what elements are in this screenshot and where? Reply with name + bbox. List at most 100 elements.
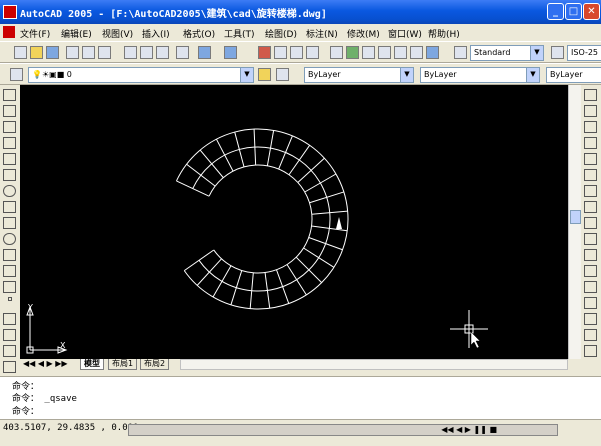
help-icon[interactable] [426,46,439,59]
command-window[interactable]: 命令： 命令： _qsave 命令： [0,376,601,419]
ellipse-icon[interactable] [3,233,16,245]
undo-icon[interactable] [198,46,211,59]
zoom-window-icon[interactable] [290,46,303,59]
sheet-set-icon[interactable] [378,46,391,59]
construction-line-icon[interactable] [3,105,16,117]
chevron-down-icon[interactable]: ▼ [526,68,539,82]
zoom-realtime-icon[interactable] [274,46,287,59]
match-properties-icon[interactable] [176,46,189,59]
print-preview-icon[interactable] [82,46,95,59]
text-style-icon[interactable] [454,46,467,59]
redo-icon[interactable] [224,46,237,59]
rotate-icon[interactable] [584,185,597,197]
erase-icon[interactable] [584,89,597,101]
circle-icon[interactable] [3,185,16,197]
print-icon[interactable] [66,46,79,59]
layer-previous-icon[interactable] [276,68,289,81]
menu-tools[interactable]: 工具(T) [224,27,255,40]
chamfer-icon[interactable] [584,313,597,325]
menu-help[interactable]: 帮助(H) [428,27,460,40]
autocad-app-icon[interactable] [3,5,17,19]
publish-icon[interactable] [98,46,111,59]
mirror-icon[interactable] [584,121,597,133]
design-center-icon[interactable] [346,46,359,59]
make-layer-current-icon[interactable] [258,68,271,81]
point-icon[interactable] [8,297,12,301]
region-icon[interactable] [3,329,16,341]
markup-icon[interactable] [394,46,407,59]
break-at-point-icon[interactable] [584,265,597,277]
tab-layout1[interactable]: 布局1 [108,359,138,370]
lineweight-select[interactable]: ByLayer [546,67,601,83]
multiline-text-icon[interactable] [3,361,16,373]
offset-icon[interactable] [584,137,597,149]
layer-manager-icon[interactable] [10,68,23,81]
table-icon[interactable] [3,345,16,357]
tab-layout2[interactable]: 布局2 [140,359,170,370]
menu-window[interactable]: 窗口(W) [388,27,422,40]
drawing-canvas[interactable]: Y X [20,85,568,359]
rectangle-icon[interactable] [3,153,16,165]
maximize-button[interactable]: □ [565,3,582,20]
menu-dimension[interactable]: 标注(N) [306,27,338,40]
calculator-icon[interactable] [410,46,423,59]
fillet-icon[interactable] [584,329,597,341]
menu-modify[interactable]: 修改(M) [347,27,380,40]
tab-navigation-arrows[interactable]: ◀◀ ◀ ▶ ▶▶ [23,359,68,368]
polygon-icon[interactable] [3,137,16,149]
zoom-previous-icon[interactable] [306,46,319,59]
revision-cloud-icon[interactable] [3,201,16,213]
menu-view[interactable]: 视图(V) [102,27,133,40]
menu-format[interactable]: 格式(O) [183,27,215,40]
chevron-down-icon[interactable]: ▼ [530,46,543,60]
dim-style-icon[interactable] [551,46,564,59]
move-icon[interactable] [584,169,597,181]
vertical-scrollbar[interactable] [568,85,581,359]
explode-icon[interactable] [584,345,597,357]
arc-icon[interactable] [3,169,16,181]
ellipse-arc-icon[interactable] [3,249,16,261]
menu-insert[interactable]: 插入(I) [142,27,170,40]
color-select[interactable]: ByLayer ▼ [304,67,414,83]
playback-controls[interactable]: ◀◀ ◀ ▶ ❚❚ ■ [441,425,497,434]
line-icon[interactable] [3,89,16,101]
dim-style-select[interactable]: ISO-25 [567,45,601,61]
paste-icon[interactable] [156,46,169,59]
break-icon[interactable] [584,281,597,293]
scale-icon[interactable] [584,201,597,213]
linetype-select[interactable]: ByLayer ▼ [420,67,540,83]
insert-block-icon[interactable] [3,265,16,277]
copy-object-icon[interactable] [584,105,597,117]
trim-icon[interactable] [584,233,597,245]
media-player-overlay[interactable]: ◀◀ ◀ ▶ ❚❚ ■ [128,424,558,436]
copy-icon[interactable] [140,46,153,59]
layer-select[interactable]: 💡☀▣■ 0 ▼ [28,67,254,83]
command-prompt[interactable]: 命令： [12,404,39,417]
text-style-select[interactable]: Standard ▼ [470,45,544,61]
join-icon[interactable] [584,297,597,309]
horizontal-scrollbar[interactable] [180,359,568,370]
vertical-scroll-thumb[interactable] [570,210,581,224]
chevron-down-icon[interactable]: ▼ [240,68,253,82]
save-icon[interactable] [46,46,59,59]
menu-edit[interactable]: 编辑(E) [61,27,92,40]
pan-icon[interactable] [258,46,271,59]
properties-icon[interactable] [330,46,343,59]
coordinate-readout[interactable]: 403.5107, 29.4835 , 0.000 [3,423,138,433]
open-icon[interactable] [30,46,43,59]
spline-icon[interactable] [3,217,16,229]
hatch-icon[interactable] [3,313,16,325]
make-block-icon[interactable] [3,281,16,293]
cut-icon[interactable] [124,46,137,59]
array-icon[interactable] [584,153,597,165]
tab-model[interactable]: 模型 [80,359,104,370]
chevron-down-icon[interactable]: ▼ [400,68,413,82]
menu-file[interactable]: 文件(F) [20,27,50,40]
minimize-button[interactable]: _ [547,3,564,20]
close-button[interactable]: ✕ [583,3,600,20]
new-icon[interactable] [14,46,27,59]
menu-draw[interactable]: 绘图(D) [265,27,297,40]
extend-icon[interactable] [584,249,597,261]
tool-palettes-icon[interactable] [362,46,375,59]
document-icon[interactable] [3,26,15,38]
